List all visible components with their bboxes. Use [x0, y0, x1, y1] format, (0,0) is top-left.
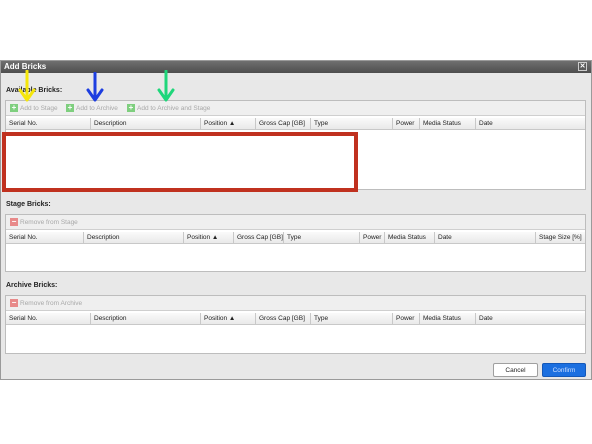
column-description[interactable]: Description — [91, 118, 201, 130]
column-position[interactable]: Position ▲ — [201, 118, 256, 130]
cancel-button[interactable]: Cancel — [493, 363, 538, 377]
column-position[interactable]: Position ▲ — [184, 232, 234, 244]
plus-icon: + — [127, 103, 135, 112]
column-description[interactable]: Description — [91, 313, 201, 325]
stage-toolbar: − Remove from Stage — [6, 215, 585, 230]
column-serial-no[interactable]: Serial No. — [6, 313, 91, 325]
minus-icon: − — [10, 298, 18, 307]
column-type[interactable]: Type — [311, 118, 393, 130]
column-type[interactable]: Type — [284, 232, 360, 244]
column-description[interactable]: Description — [84, 232, 184, 244]
add-to-archive-and-stage-label: Add to Archive and Stage — [137, 105, 211, 112]
plus-icon: + — [10, 103, 18, 112]
column-serial-no[interactable]: Serial No. — [6, 232, 84, 244]
remove-from-archive-label: Remove from Archive — [20, 300, 83, 307]
remove-from-stage-label: Remove from Stage — [20, 219, 78, 226]
archive-toolbar: − Remove from Archive — [6, 296, 585, 311]
confirm-button[interactable]: Confirm — [542, 363, 586, 377]
column-date[interactable]: Date — [476, 313, 585, 325]
column-date[interactable]: Date — [435, 232, 536, 244]
available-table-header: Serial No. Description Position ▲ Gross … — [6, 118, 585, 130]
arrow-down-icon — [157, 70, 175, 102]
column-media-status[interactable]: Media Status — [385, 232, 435, 244]
column-position[interactable]: Position ▲ — [201, 313, 256, 325]
plus-icon: + — [66, 103, 74, 112]
add-to-archive-label: Add to Archive — [76, 105, 118, 112]
arrow-down-icon — [18, 70, 36, 102]
column-power[interactable]: Power — [393, 313, 420, 325]
archive-bricks-label: Archive Bricks: — [6, 282, 58, 289]
archive-bricks-panel: − Remove from Archive Serial No. Descript… — [5, 295, 586, 354]
highlight-box — [2, 132, 358, 192]
stage-table-header: Serial No. Description Position ▲ Gross … — [6, 232, 585, 244]
column-power[interactable]: Power — [360, 232, 385, 244]
archive-table-header: Serial No. Description Position ▲ Gross … — [6, 313, 585, 325]
remove-from-stage-button[interactable]: − Remove from Stage — [10, 218, 78, 227]
column-gross-cap[interactable]: Gross Cap [GB] — [234, 232, 284, 244]
remove-from-archive-button[interactable]: − Remove from Archive — [10, 299, 82, 308]
column-gross-cap[interactable]: Gross Cap [GB] — [256, 118, 311, 130]
column-power[interactable]: Power — [393, 118, 420, 130]
column-type[interactable]: Type — [311, 313, 393, 325]
add-to-stage-label: Add to Stage — [20, 105, 58, 112]
column-media-status[interactable]: Media Status — [420, 118, 476, 130]
stage-bricks-panel: − Remove from Stage Serial No. Descriptio… — [5, 214, 586, 272]
column-media-status[interactable]: Media Status — [420, 313, 476, 325]
minus-icon: − — [10, 217, 18, 226]
column-date[interactable]: Date — [476, 118, 585, 130]
column-serial-no[interactable]: Serial No. — [6, 118, 91, 130]
column-stage-size[interactable]: Stage Size [%] — [536, 232, 585, 244]
column-gross-cap[interactable]: Gross Cap [GB] — [256, 313, 311, 325]
close-icon[interactable]: ✕ — [578, 62, 587, 71]
stage-bricks-label: Stage Bricks: — [6, 201, 51, 208]
arrow-down-icon — [86, 72, 104, 102]
